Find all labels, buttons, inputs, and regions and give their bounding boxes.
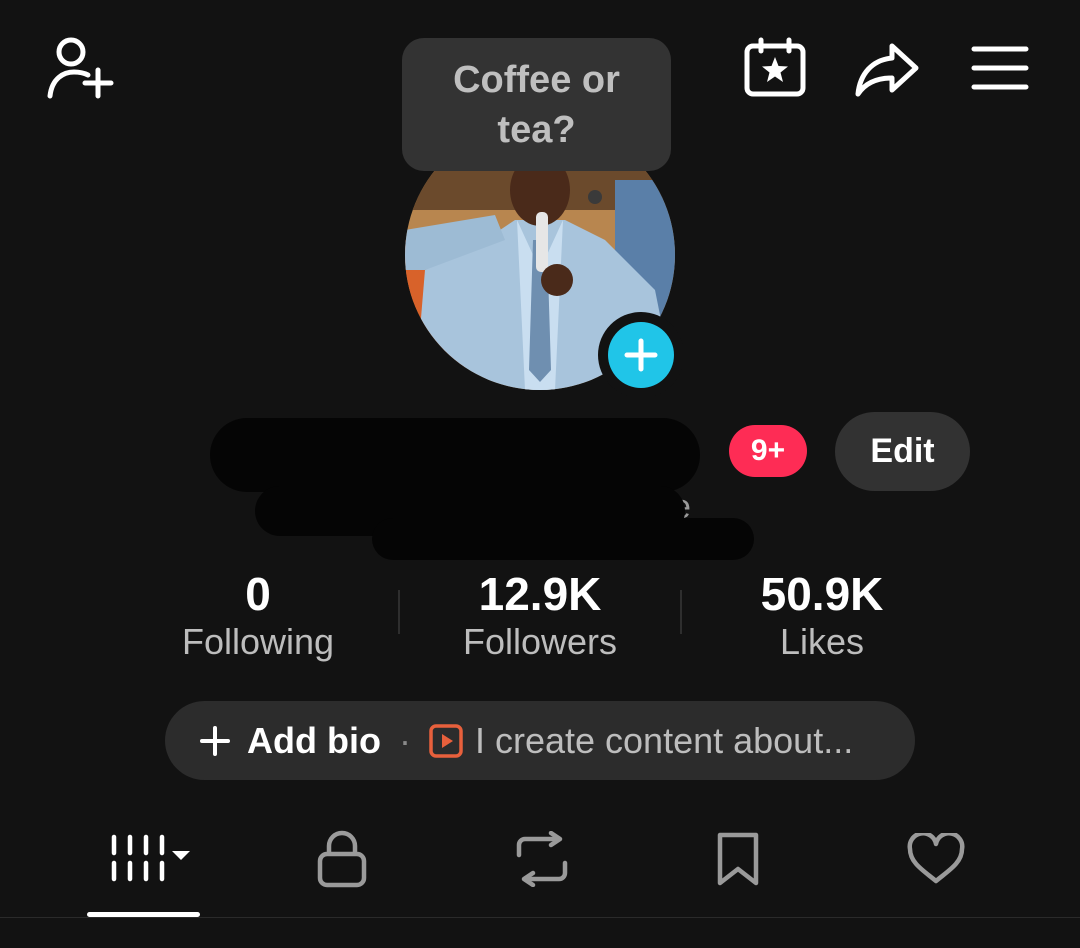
calendar-star-icon[interactable] — [743, 37, 807, 97]
status-bubble[interactable]: Coffee or tea? — [402, 38, 671, 171]
video-play-icon — [429, 723, 463, 758]
tab-divider — [0, 917, 1080, 918]
status-bubble-text: Coffee or tea? — [453, 58, 620, 151]
add-bio-label: Add bio — [247, 719, 381, 761]
likes-count: 50.9K — [760, 568, 884, 620]
lock-icon — [317, 830, 367, 893]
repost-icon — [511, 830, 573, 892]
tab-reposts[interactable] — [500, 826, 584, 896]
bookmark-icon — [715, 831, 761, 892]
plus-icon — [199, 725, 231, 757]
following-count: 0 — [245, 568, 271, 620]
edit-profile-button[interactable]: Edit — [835, 412, 970, 491]
tab-videos[interactable] — [100, 826, 200, 896]
followers-label: Followers — [462, 621, 618, 662]
add-bio-button[interactable]: Add bio · I create content about... — [165, 701, 915, 780]
add-friend-icon[interactable] — [44, 34, 116, 102]
notification-badge[interactable]: 9+ — [729, 425, 807, 477]
followers-count: 12.9K — [478, 568, 602, 620]
stat-divider — [398, 590, 400, 634]
bio-prompt-text: I create content about... — [474, 719, 854, 761]
stat-following[interactable]: 0 Following — [128, 568, 388, 664]
tab-private[interactable] — [300, 826, 384, 896]
tab-liked[interactable] — [896, 826, 976, 896]
videos-grid-icon — [108, 831, 192, 892]
share-icon[interactable] — [852, 40, 922, 100]
add-avatar-button[interactable] — [598, 312, 684, 398]
plus-icon — [608, 322, 674, 388]
heart-icon — [906, 830, 966, 890]
likes-label: Likes — [779, 621, 865, 662]
handle-redaction-2 — [372, 518, 754, 560]
following-label: Following — [181, 621, 335, 662]
menu-icon[interactable] — [970, 44, 1030, 94]
name-redaction — [210, 418, 700, 492]
status-bubble-dot — [588, 190, 602, 204]
tab-favorites[interactable] — [700, 826, 776, 896]
stat-likes[interactable]: 50.9K Likes — [692, 568, 952, 664]
stat-divider — [680, 590, 682, 634]
stat-followers[interactable]: 12.9K Followers — [410, 568, 670, 664]
bio-separator: · — [398, 719, 411, 761]
